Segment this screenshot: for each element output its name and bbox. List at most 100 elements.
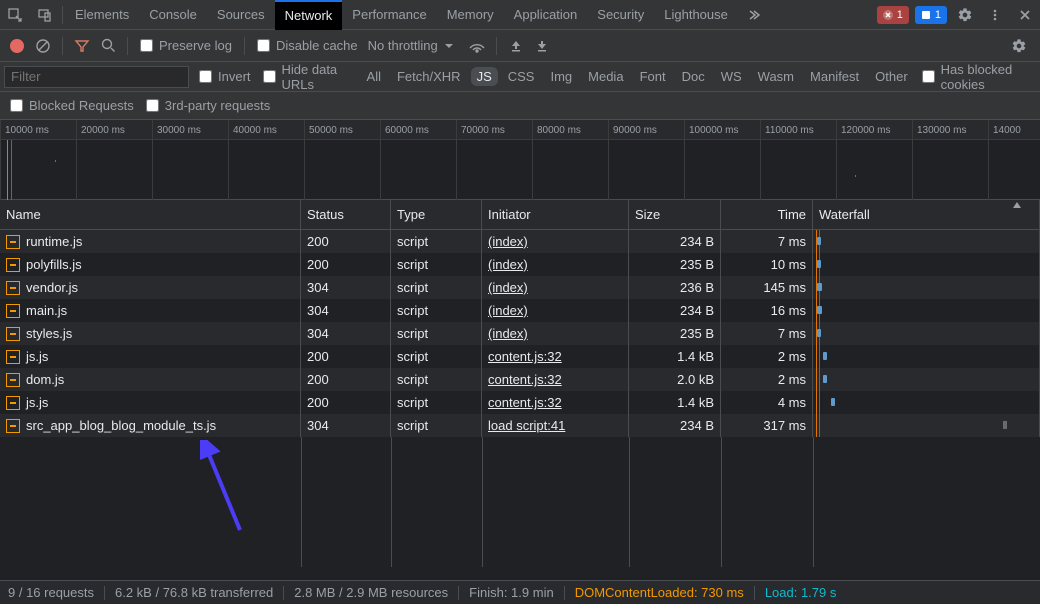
gear-icon[interactable] — [950, 0, 980, 30]
info-count: 1 — [935, 9, 941, 21]
overview-timeline[interactable]: 10000 ms20000 ms30000 ms40000 ms50000 ms… — [0, 120, 1040, 200]
timeline-tick: 100000 ms — [684, 120, 760, 140]
js-file-icon — [6, 350, 20, 364]
filter-pill-ws[interactable]: WS — [715, 67, 748, 86]
request-type: script — [391, 276, 482, 299]
request-status: 200 — [301, 391, 391, 414]
tab-elements[interactable]: Elements — [65, 0, 139, 30]
filter-pill-js[interactable]: JS — [471, 67, 498, 86]
filter-pill-manifest[interactable]: Manifest — [804, 67, 865, 86]
request-initiator[interactable]: (index) — [488, 303, 528, 318]
tab-lighthouse[interactable]: Lighthouse — [654, 0, 738, 30]
record-button[interactable] — [4, 33, 30, 59]
filter-bar-2: Blocked Requests 3rd-party requests — [0, 92, 1040, 120]
tab-sources[interactable]: Sources — [207, 0, 275, 30]
request-name: styles.js — [26, 326, 72, 341]
request-waterfall — [813, 391, 1040, 414]
request-waterfall — [813, 230, 1040, 253]
col-initiator[interactable]: Initiator — [482, 200, 629, 229]
filter-pill-img[interactable]: Img — [544, 67, 578, 86]
network-conditions-icon[interactable] — [464, 33, 490, 59]
tab-performance[interactable]: Performance — [342, 0, 436, 30]
js-file-icon — [6, 281, 20, 295]
col-status[interactable]: Status — [301, 200, 391, 229]
request-initiator[interactable]: content.js:32 — [488, 372, 562, 387]
clear-icon[interactable] — [30, 33, 56, 59]
status-bar: 9 / 16 requests 6.2 kB / 76.8 kB transfe… — [0, 580, 1040, 604]
request-row[interactable]: js.js200scriptcontent.js:321.4 kB2 ms — [0, 345, 1040, 368]
network-request-list[interactable]: runtime.js200script(index)234 B7 mspolyf… — [0, 230, 1040, 568]
invert-checkbox[interactable]: Invert — [199, 69, 251, 84]
status-transferred: 6.2 kB / 76.8 kB transferred — [115, 585, 273, 600]
inspect-icon[interactable] — [0, 0, 30, 30]
col-time[interactable]: Time — [721, 200, 813, 229]
tab-memory[interactable]: Memory — [437, 0, 504, 30]
filter-pill-all[interactable]: All — [361, 67, 387, 86]
request-row[interactable]: runtime.js200script(index)234 B7 ms — [0, 230, 1040, 253]
filter-pill-font[interactable]: Font — [634, 67, 672, 86]
disable-cache-checkbox[interactable]: Disable cache — [257, 38, 358, 53]
more-tabs-icon[interactable] — [738, 0, 768, 30]
col-waterfall[interactable]: Waterfall — [813, 200, 1040, 229]
tab-security[interactable]: Security — [587, 0, 654, 30]
request-row[interactable]: styles.js304script(index)235 B7 ms — [0, 322, 1040, 345]
status-finish: Finish: 1.9 min — [469, 585, 554, 600]
request-initiator[interactable]: (index) — [488, 280, 528, 295]
request-time: 16 ms — [721, 299, 813, 322]
request-row[interactable]: vendor.js304script(index)236 B145 ms — [0, 276, 1040, 299]
filter-pill-media[interactable]: Media — [582, 67, 629, 86]
filter-pill-css[interactable]: CSS — [502, 67, 541, 86]
timeline-tick: 14000 — [988, 120, 1040, 140]
error-badge[interactable]: 1 — [877, 6, 909, 24]
timeline-tick: 130000 ms — [912, 120, 988, 140]
request-row[interactable]: polyfills.js200script(index)235 B10 ms — [0, 253, 1040, 276]
upload-har-icon[interactable] — [503, 33, 529, 59]
filter-pill-other[interactable]: Other — [869, 67, 914, 86]
filter-pill-wasm[interactable]: Wasm — [752, 67, 800, 86]
filter-pill-fetchxhr[interactable]: Fetch/XHR — [391, 67, 467, 86]
request-row[interactable]: src_app_blog_blog_module_ts.js304scriptl… — [0, 414, 1040, 437]
tab-application[interactable]: Application — [504, 0, 588, 30]
timeline-tick: 30000 ms — [152, 120, 228, 140]
device-toggle-icon[interactable] — [30, 0, 60, 30]
col-name[interactable]: Name — [0, 200, 301, 229]
request-row[interactable]: js.js200scriptcontent.js:321.4 kB4 ms — [0, 391, 1040, 414]
request-row[interactable]: main.js304script(index)234 B16 ms — [0, 299, 1040, 322]
third-party-checkbox[interactable]: 3rd-party requests — [146, 98, 271, 113]
request-initiator[interactable]: content.js:32 — [488, 395, 562, 410]
col-size[interactable]: Size — [629, 200, 721, 229]
network-settings-icon[interactable] — [1006, 33, 1032, 59]
request-type: script — [391, 414, 482, 437]
blocked-requests-checkbox[interactable]: Blocked Requests — [10, 98, 134, 113]
close-icon[interactable] — [1010, 0, 1040, 30]
filter-pill-doc[interactable]: Doc — [676, 67, 711, 86]
request-waterfall — [813, 276, 1040, 299]
request-initiator[interactable]: (index) — [488, 234, 528, 249]
request-initiator[interactable]: content.js:32 — [488, 349, 562, 364]
hide-data-urls-checkbox[interactable]: Hide data URLs — [263, 62, 353, 92]
throttling-select[interactable]: No throttling — [368, 38, 454, 53]
preserve-log-checkbox[interactable]: Preserve log — [140, 38, 232, 53]
request-name: main.js — [26, 303, 67, 318]
tab-network[interactable]: Network — [275, 0, 343, 30]
filter-icon[interactable] — [69, 33, 95, 59]
request-name: dom.js — [26, 372, 64, 387]
filter-input[interactable] — [4, 66, 189, 88]
request-name: polyfills.js — [26, 257, 82, 272]
request-initiator[interactable]: (index) — [488, 257, 528, 272]
kebab-menu-icon[interactable] — [980, 0, 1010, 30]
search-icon[interactable] — [95, 33, 121, 59]
request-status: 200 — [301, 230, 391, 253]
request-time: 317 ms — [721, 414, 813, 437]
info-badge[interactable]: 1 — [915, 6, 947, 24]
network-grid-header: Name Status Type Initiator Size Time Wat… — [0, 200, 1040, 230]
js-file-icon — [6, 327, 20, 341]
download-har-icon[interactable] — [529, 33, 555, 59]
has-blocked-cookies-checkbox[interactable]: Has blocked cookies — [922, 62, 1034, 92]
request-initiator[interactable]: (index) — [488, 326, 528, 341]
request-initiator[interactable]: load script:41 — [488, 418, 565, 433]
request-size: 2.0 kB — [629, 368, 721, 391]
request-row[interactable]: dom.js200scriptcontent.js:322.0 kB2 ms — [0, 368, 1040, 391]
col-type[interactable]: Type — [391, 200, 482, 229]
tab-console[interactable]: Console — [139, 0, 207, 30]
